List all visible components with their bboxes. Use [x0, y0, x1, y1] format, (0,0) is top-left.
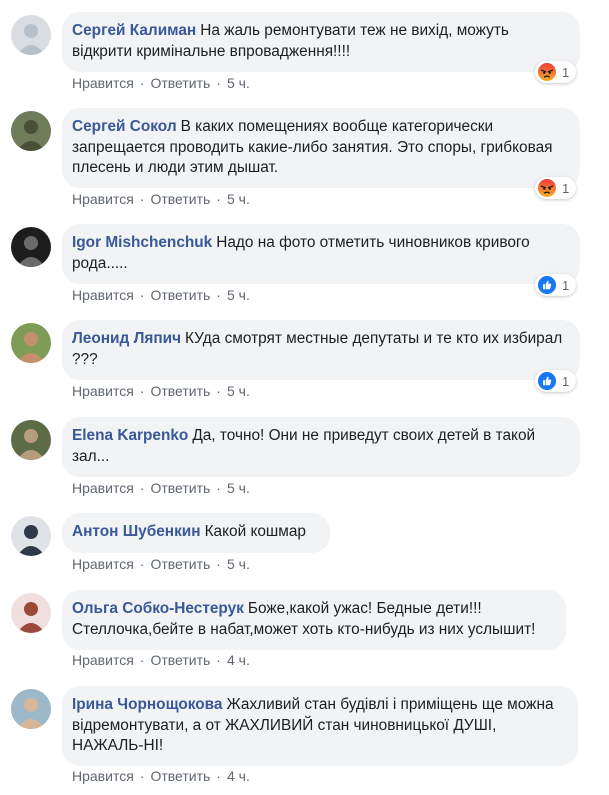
reaction-count: 1 — [562, 64, 570, 80]
like-link[interactable]: Нравится — [72, 556, 134, 572]
separator-dot: · — [216, 768, 221, 784]
like-link[interactable]: Нравится — [72, 652, 134, 668]
avatar[interactable] — [11, 593, 51, 633]
separator-dot: · — [216, 383, 221, 399]
reply-link[interactable]: Ответить — [150, 768, 210, 784]
like-link[interactable]: Нравится — [72, 75, 134, 91]
comment-bubble: Ольга Собко-Нестерук Боже,какой ужас! Бед… — [62, 590, 566, 650]
author-name[interactable]: Ольга Собко-Нестерук — [72, 600, 244, 617]
reaction-badge[interactable]: 1 — [535, 61, 577, 83]
comment-timestamp[interactable]: 5 ч. — [227, 75, 250, 91]
comment-item: Леонид Ляпич КУда смотрят местные депутат… — [0, 320, 609, 410]
avatar[interactable] — [11, 420, 51, 460]
separator-dot: · — [139, 768, 145, 784]
reply-link[interactable]: Ответить — [150, 191, 210, 207]
comment-timestamp[interactable]: 5 ч. — [227, 383, 250, 399]
like-link[interactable]: Нравится — [72, 191, 134, 207]
comment-bubble: Ірина Чорнощокова Жахливий стан будівлі і… — [62, 686, 578, 766]
like-link[interactable]: Нравится — [72, 287, 134, 303]
like-link[interactable]: Нравится — [72, 383, 134, 399]
separator-dot: · — [216, 652, 221, 668]
reply-link[interactable]: Ответить — [150, 75, 210, 91]
reaction-count: 1 — [562, 180, 570, 196]
author-name[interactable]: Сергей Калиман — [72, 22, 196, 39]
author-name[interactable]: Антон Шубенкин — [72, 523, 201, 540]
comment-item: Ірина Чорнощокова Жахливий стан будівлі і… — [0, 686, 609, 784]
comment-timestamp[interactable]: 5 ч. — [227, 191, 250, 207]
comment-actions: Нравится · Ответить · 5 ч. — [72, 191, 250, 207]
comment-actions: Нравится · Ответить · 5 ч. — [72, 287, 250, 303]
comment-actions: Нравится · Ответить · 4 ч. — [72, 652, 250, 668]
comment-bubble: Леонид Ляпич КУда смотрят местные депутат… — [62, 320, 580, 380]
comment-bubble: Igor Mishchenchuk Надо на фото отметить ч… — [62, 224, 580, 284]
avatar[interactable] — [11, 516, 51, 556]
author-name[interactable]: Сергей Сокол — [72, 118, 177, 135]
separator-dot: · — [216, 287, 221, 303]
comment-timestamp[interactable]: 5 ч. — [227, 480, 250, 496]
like-reaction-icon — [538, 276, 556, 294]
separator-dot: · — [216, 75, 221, 91]
avatar[interactable] — [11, 111, 51, 151]
separator-dot: · — [139, 652, 145, 668]
author-name[interactable]: Леонид Ляпич — [72, 330, 181, 347]
reply-link[interactable]: Ответить — [150, 556, 210, 572]
comment-item: Сергей Сокол В каких помещениях вообще ка… — [0, 108, 609, 207]
comment-bubble: Антон Шубенкин Какой кошмар — [62, 513, 330, 553]
comment-actions: Нравится · Ответить · 5 ч. — [72, 556, 250, 572]
like-link[interactable]: Нравится — [72, 768, 134, 784]
comment-timestamp[interactable]: 5 ч. — [227, 556, 250, 572]
angry-reaction-icon — [538, 63, 556, 81]
separator-dot: · — [139, 556, 145, 572]
comment-bubble: Сергей Сокол В каких помещениях вообще ка… — [62, 108, 580, 188]
comment-actions: Нравится · Ответить · 4 ч. — [72, 768, 250, 784]
reaction-badge[interactable]: 1 — [535, 177, 577, 199]
comment-item: Сергей Калиман На жаль ремонтувати теж не… — [0, 12, 609, 102]
avatar[interactable] — [11, 15, 51, 55]
separator-dot: · — [216, 480, 221, 496]
comment-item: Elena Karpenko Да, точно! Они не приведут… — [0, 417, 609, 507]
comment-timestamp[interactable]: 4 ч. — [227, 652, 250, 668]
separator-dot: · — [216, 191, 221, 207]
angry-reaction-icon — [538, 179, 556, 197]
avatar[interactable] — [11, 227, 51, 267]
reaction-count: 1 — [562, 277, 570, 293]
author-name[interactable]: Igor Mishchenchuk — [72, 234, 212, 251]
separator-dot: · — [139, 191, 145, 207]
comment-bubble: Elena Karpenko Да, точно! Они не приведут… — [62, 417, 580, 477]
reaction-badge[interactable]: 1 — [535, 274, 577, 296]
author-name[interactable]: Elena Karpenko — [72, 427, 188, 444]
separator-dot: · — [139, 383, 145, 399]
separator-dot: · — [139, 480, 145, 496]
comments-feed: Сергей Калиман На жаль ремонтувати теж не… — [0, 0, 609, 795]
separator-dot: · — [139, 287, 145, 303]
reply-link[interactable]: Ответить — [150, 652, 210, 668]
comment-actions: Нравится · Ответить · 5 ч. — [72, 75, 250, 91]
reaction-count: 1 — [562, 373, 570, 389]
avatar[interactable] — [11, 689, 51, 729]
reply-link[interactable]: Ответить — [150, 287, 210, 303]
author-name[interactable]: Ірина Чорнощокова — [72, 696, 223, 713]
comment-bubble: Сергей Калиман На жаль ремонтувати теж не… — [62, 12, 580, 72]
reaction-badge[interactable]: 1 — [535, 370, 577, 392]
comment-item: Ольга Собко-Нестерук Боже,какой ужас! Бед… — [0, 590, 609, 680]
reply-link[interactable]: Ответить — [150, 383, 210, 399]
like-reaction-icon — [538, 372, 556, 390]
comment-timestamp[interactable]: 4 ч. — [227, 768, 250, 784]
comment-actions: Нравится · Ответить · 5 ч. — [72, 480, 250, 496]
comment-item: Igor Mishchenchuk Надо на фото отметить ч… — [0, 224, 609, 314]
avatar[interactable] — [11, 323, 51, 363]
separator-dot: · — [139, 75, 145, 91]
like-link[interactable]: Нравится — [72, 480, 134, 496]
comment-timestamp[interactable]: 5 ч. — [227, 287, 250, 303]
separator-dot: · — [216, 556, 221, 572]
comment-text: Какой кошмар — [204, 523, 306, 540]
reply-link[interactable]: Ответить — [150, 480, 210, 496]
comment-actions: Нравится · Ответить · 5 ч. — [72, 383, 250, 399]
